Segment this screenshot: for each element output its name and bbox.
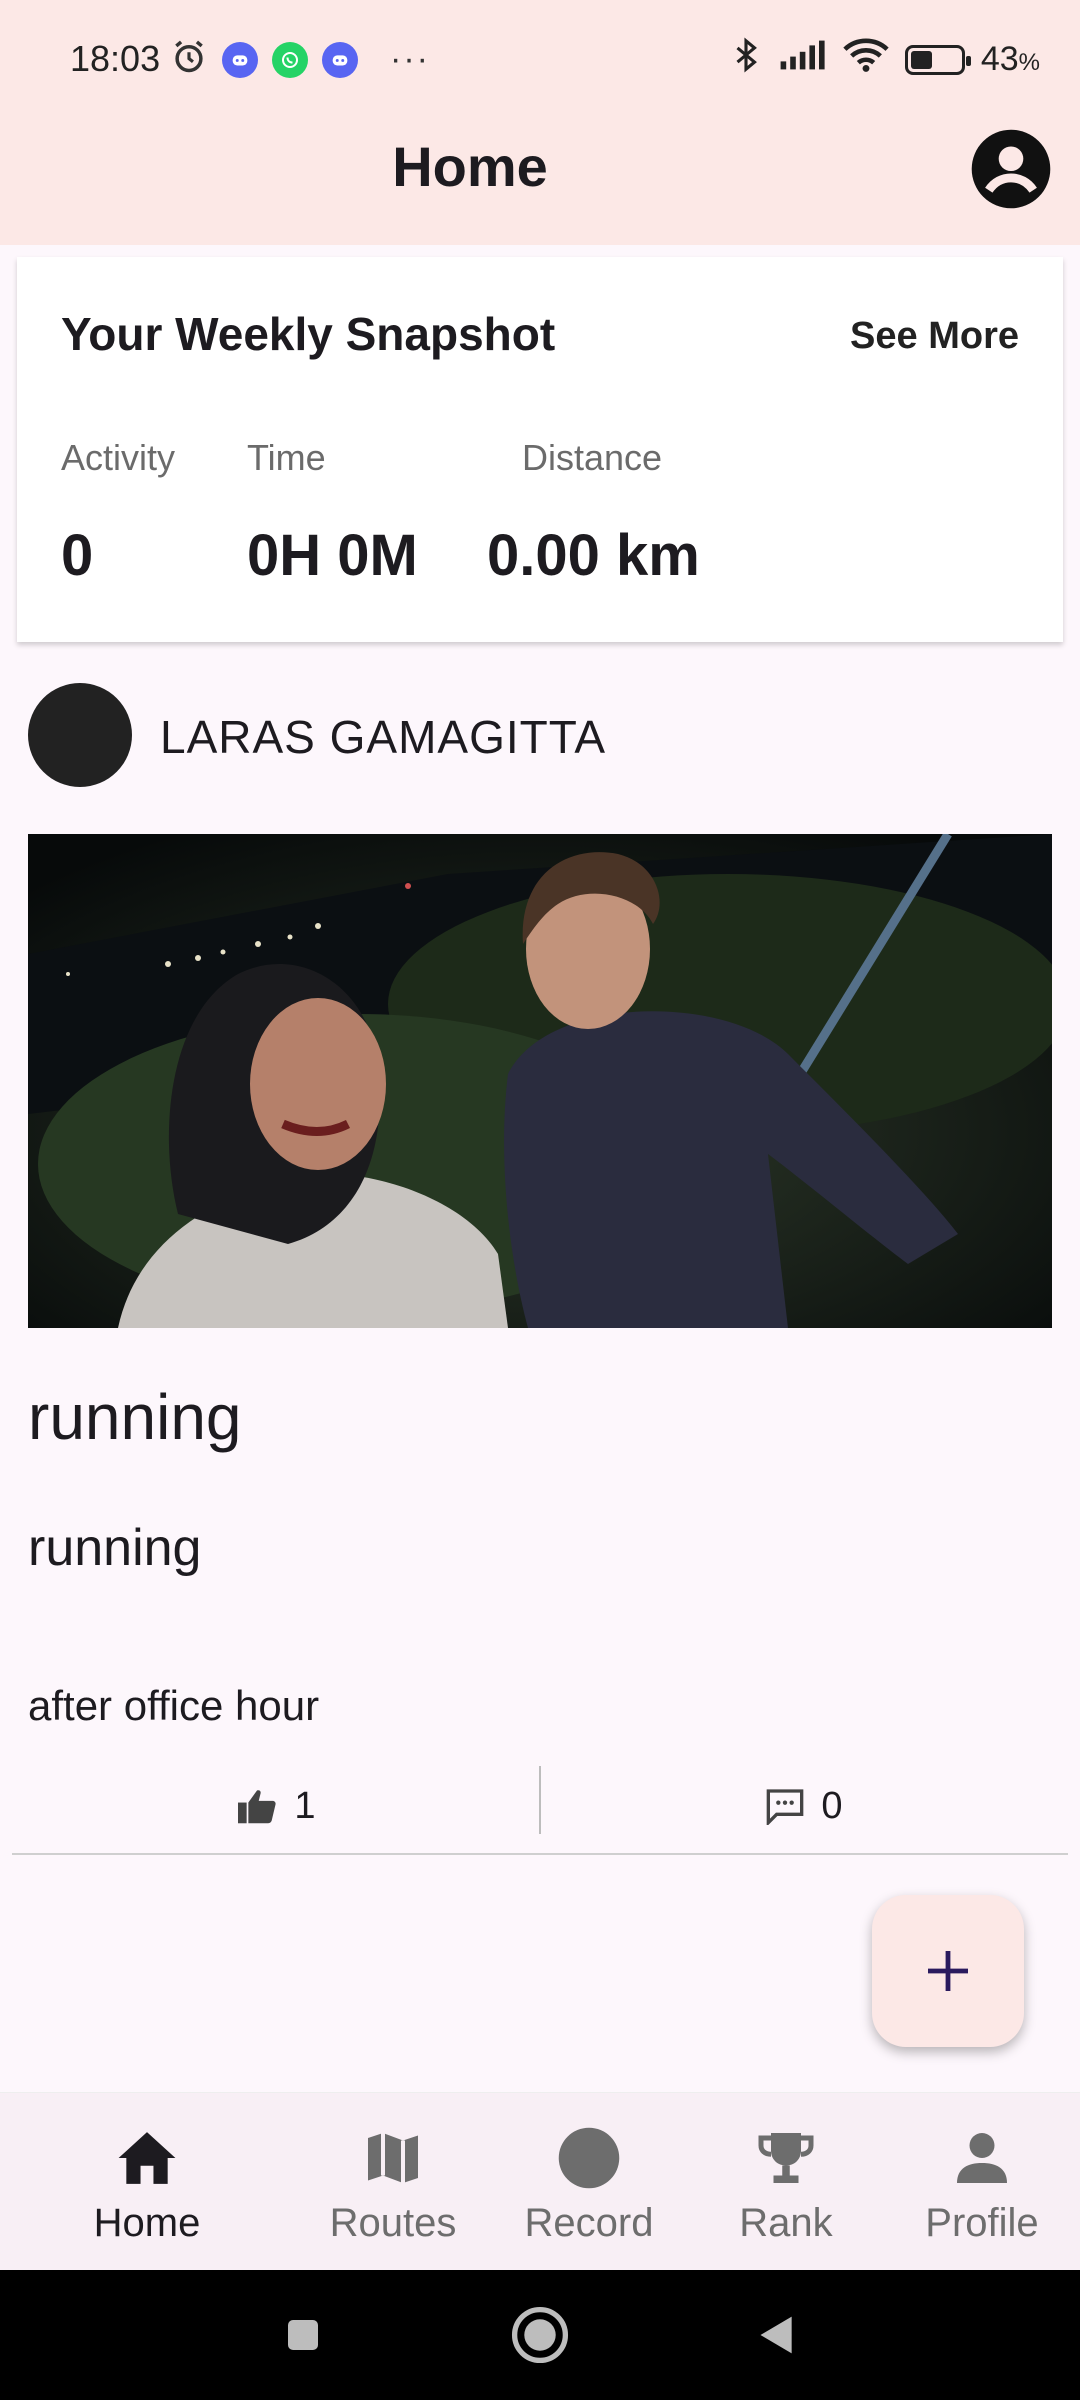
stat-label-activity: Activity: [61, 437, 176, 478]
record-icon: [489, 2123, 689, 2193]
stat-label-time: Time: [247, 437, 326, 478]
snapshot-title: Your Weekly Snapshot: [61, 308, 556, 360]
nav-item-home[interactable]: Home: [47, 2093, 247, 2271]
bottom-navigation: Home Routes Record Rank Profile: [0, 2092, 1080, 2271]
post-photo[interactable]: [28, 834, 1052, 1328]
notification-icons: ···: [170, 38, 430, 81]
discord-icon-2: [322, 41, 358, 78]
like-button[interactable]: 1: [12, 1760, 540, 1852]
nav-label-rank: Rank: [739, 2201, 833, 2245]
post-photo-image: [28, 834, 1052, 1328]
app-bar: Home: [0, 120, 1080, 245]
status-time: 18:03: [70, 38, 161, 79]
battery-icon: [904, 44, 971, 75]
status-bar: 18:03 ··· 43%: [0, 0, 1080, 120]
post-divider: [12, 1853, 1068, 1855]
whatsapp-icon: [272, 41, 308, 78]
stat-value-distance: 0.00 km: [487, 523, 700, 588]
square-icon: [288, 2320, 318, 2350]
back-button[interactable]: [742, 2300, 812, 2370]
home-icon: [47, 2123, 247, 2193]
alarm-icon: [170, 38, 208, 81]
see-more-button[interactable]: See More: [850, 315, 1019, 358]
back-triangle-icon: [760, 2316, 792, 2354]
discord-icon: [222, 41, 258, 78]
avatar[interactable]: [28, 683, 132, 787]
post-title: running: [28, 1381, 242, 1453]
thumb-up-icon: [238, 1790, 277, 1824]
post-description: after office hour: [28, 1682, 320, 1729]
trophy-icon: [686, 2123, 886, 2193]
nav-item-record[interactable]: Record: [489, 2093, 689, 2271]
nav-label-profile: Profile: [925, 2201, 1039, 2245]
post-actions: 1 0: [12, 1760, 1068, 1852]
signal-icon: [779, 38, 827, 81]
more-notifications-icon: ···: [390, 40, 430, 78]
post-activity-type: running: [28, 1519, 202, 1577]
nav-label-routes: Routes: [329, 2201, 457, 2245]
comment-button[interactable]: 0: [540, 1760, 1068, 1852]
nav-item-routes[interactable]: Routes: [293, 2093, 493, 2271]
stat-value-time: 0H 0M: [247, 523, 418, 588]
account-circle-icon: [971, 129, 1051, 209]
like-count: 1: [294, 1784, 316, 1827]
nav-item-rank[interactable]: Rank: [686, 2093, 886, 2271]
plus-icon: [928, 1951, 968, 1991]
weekly-snapshot-card: Your Weekly Snapshot See More Activity T…: [17, 257, 1063, 642]
post-user-name[interactable]: LARAS GAMAGITTA: [160, 710, 606, 764]
map-icon: [293, 2123, 493, 2193]
page-title: Home: [392, 135, 548, 198]
person-icon: [882, 2123, 1080, 2193]
comment-count: 0: [821, 1784, 843, 1827]
comment-icon: [767, 1789, 804, 1825]
home-system-button[interactable]: [505, 2300, 575, 2370]
account-button[interactable]: [970, 128, 1052, 210]
system-icons: 43%: [729, 36, 1040, 83]
stat-label-distance: Distance: [522, 437, 663, 478]
wifi-icon: [843, 37, 889, 82]
nav-label-record: Record: [524, 2201, 654, 2245]
system-navigation-bar: [0, 2270, 1080, 2400]
battery-level: [910, 50, 932, 69]
battery-percent-value: 43: [980, 40, 1019, 78]
recent-apps-button[interactable]: [268, 2300, 338, 2370]
battery-percent-unit: %: [1018, 49, 1040, 76]
add-activity-button[interactable]: [872, 1895, 1024, 2047]
nav-item-profile[interactable]: Profile: [882, 2093, 1080, 2271]
battery-percent: 43%: [981, 40, 1040, 79]
stat-value-activity: 0: [61, 523, 94, 588]
home-circle-icon: [511, 2306, 569, 2364]
bluetooth-icon: [729, 36, 763, 83]
nav-label-home: Home: [93, 2201, 201, 2245]
